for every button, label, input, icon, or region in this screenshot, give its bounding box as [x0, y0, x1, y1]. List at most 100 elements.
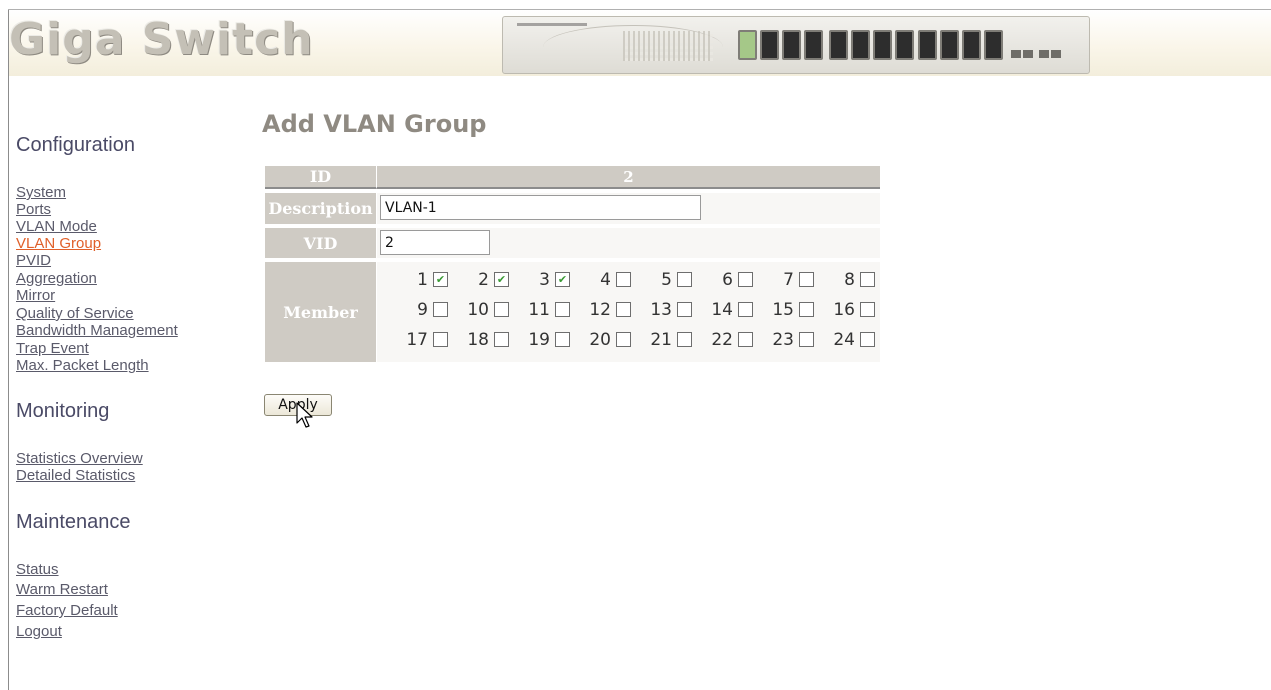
- member-port-checkbox[interactable]: [799, 272, 814, 287]
- member-port-checkbox[interactable]: [494, 332, 509, 347]
- member-port-checkbox[interactable]: [860, 332, 875, 347]
- id-value-cell: 2: [377, 166, 880, 189]
- member-port-checkbox[interactable]: [616, 302, 631, 317]
- nav-link-vlan-group[interactable]: VLAN Group: [16, 235, 101, 252]
- nav-link-system[interactable]: System: [16, 184, 66, 201]
- member-port-22[interactable]: 22: [692, 328, 753, 351]
- member-port-number: 9: [417, 299, 428, 320]
- member-port-checkbox[interactable]: [677, 272, 692, 287]
- member-port-9[interactable]: 9: [387, 298, 448, 321]
- member-port-17[interactable]: 17: [387, 328, 448, 351]
- member-port-4[interactable]: 4: [570, 268, 631, 291]
- member-port-checkbox[interactable]: [494, 302, 509, 317]
- description-label: Description: [268, 199, 373, 218]
- member-port-5[interactable]: 5: [631, 268, 692, 291]
- member-port-checkbox[interactable]: [433, 332, 448, 347]
- member-port-checkbox[interactable]: ✔: [494, 272, 509, 287]
- member-port-number: 13: [650, 299, 672, 320]
- member-port-6[interactable]: 6: [692, 268, 753, 291]
- member-port-10[interactable]: 10: [448, 298, 509, 321]
- member-port-7[interactable]: 7: [753, 268, 814, 291]
- nav-link-trap-event[interactable]: Trap Event: [16, 340, 89, 357]
- nav-link-status[interactable]: Status: [16, 561, 59, 578]
- member-port-checkbox[interactable]: [555, 302, 570, 317]
- member-port-number: 12: [589, 299, 611, 320]
- member-port-8[interactable]: 8: [814, 268, 875, 291]
- member-port-12[interactable]: 12: [570, 298, 631, 321]
- member-port-number: 15: [772, 299, 794, 320]
- member-port-number: 3: [539, 269, 550, 290]
- member-port-number: 4: [600, 269, 611, 290]
- checkmark-icon: ✔: [496, 273, 507, 286]
- member-port-20[interactable]: 20: [570, 328, 631, 351]
- member-port-number: 23: [772, 329, 794, 350]
- member-port-2[interactable]: 2 ✔: [448, 268, 509, 291]
- member-port-number: 7: [783, 269, 794, 290]
- member-port-checkbox[interactable]: [433, 302, 448, 317]
- member-port-number: 5: [661, 269, 672, 290]
- member-port-checkbox[interactable]: [677, 302, 692, 317]
- nav-link-max-packet-length[interactable]: Max. Packet Length: [16, 357, 149, 374]
- member-port-21[interactable]: 21: [631, 328, 692, 351]
- switch-port-graphic: [804, 30, 823, 60]
- id-label: ID: [309, 167, 332, 186]
- id-label-cell: ID: [265, 166, 377, 189]
- checkmark-icon: ✔: [557, 273, 568, 286]
- nav-link-quality-of-service[interactable]: Quality of Service: [16, 305, 134, 322]
- switch-port-bank-3: [918, 30, 1003, 62]
- member-port-13[interactable]: 13: [631, 298, 692, 321]
- nav-link-factory-default[interactable]: Factory Default: [16, 602, 118, 619]
- window-left-border: [8, 10, 9, 690]
- id-value: 2: [623, 167, 634, 186]
- switch-port-graphic: [918, 30, 937, 60]
- member-port-checkbox[interactable]: [738, 302, 753, 317]
- switch-sfp-graphic: [1011, 50, 1021, 58]
- page-title: Add VLAN Group: [262, 110, 487, 138]
- nav-link-vlan-mode[interactable]: VLAN Mode: [16, 218, 97, 235]
- member-port-number: 24: [833, 329, 855, 350]
- member-port-number: 11: [528, 299, 550, 320]
- member-port-number: 1: [417, 269, 428, 290]
- switch-sfp-graphic: [1023, 50, 1033, 58]
- member-port-checkbox[interactable]: [555, 332, 570, 347]
- vid-label: VID: [303, 233, 338, 253]
- nav-link-ports[interactable]: Ports: [16, 201, 51, 218]
- member-port-11[interactable]: 11: [509, 298, 570, 321]
- member-port-3[interactable]: 3 ✔: [509, 268, 570, 291]
- member-port-19[interactable]: 19: [509, 328, 570, 351]
- member-port-checkbox[interactable]: ✔: [433, 272, 448, 287]
- description-input[interactable]: [380, 195, 701, 220]
- nav-link-statistics-overview[interactable]: Statistics Overview: [16, 450, 143, 467]
- member-port-checkbox[interactable]: ✔: [555, 272, 570, 287]
- member-port-23[interactable]: 23: [753, 328, 814, 351]
- nav-link-warm-restart[interactable]: Warm Restart: [16, 581, 108, 598]
- nav-link-bandwidth-management[interactable]: Bandwidth Management: [16, 322, 178, 339]
- nav-link-aggregation[interactable]: Aggregation: [16, 270, 97, 287]
- member-port-checkbox[interactable]: [860, 302, 875, 317]
- vid-input[interactable]: [380, 230, 490, 255]
- member-port-checkbox[interactable]: [616, 272, 631, 287]
- member-port-16[interactable]: 16: [814, 298, 875, 321]
- member-port-1[interactable]: 1 ✔: [387, 268, 448, 291]
- member-port-18[interactable]: 18: [448, 328, 509, 351]
- nav-link-logout[interactable]: Logout: [16, 623, 62, 640]
- section-title-configuration: Configuration: [16, 134, 135, 156]
- member-port-checkbox[interactable]: [799, 302, 814, 317]
- switch-port-graphic: [782, 30, 801, 60]
- member-port-14[interactable]: 14: [692, 298, 753, 321]
- member-port-checkbox[interactable]: [860, 272, 875, 287]
- member-port-grid: 1 ✔ 2 ✔ 3 ✔ 4 5 6 7 8 9 10 11 12 13 14 15 16 17 18 19 20 21 22 23…: [387, 268, 875, 351]
- member-port-checkbox[interactable]: [738, 332, 753, 347]
- member-port-checkbox[interactable]: [616, 332, 631, 347]
- member-port-15[interactable]: 15: [753, 298, 814, 321]
- switch-port-graphic: [962, 30, 981, 60]
- member-port-number: 21: [650, 329, 672, 350]
- nav-link-pvid[interactable]: PVID: [16, 252, 51, 269]
- member-port-number: 18: [467, 329, 489, 350]
- member-port-checkbox[interactable]: [799, 332, 814, 347]
- nav-link-mirror[interactable]: Mirror: [16, 287, 55, 304]
- member-port-checkbox[interactable]: [677, 332, 692, 347]
- member-port-24[interactable]: 24: [814, 328, 875, 351]
- nav-link-detailed-statistics[interactable]: Detailed Statistics: [16, 467, 135, 484]
- member-port-checkbox[interactable]: [738, 272, 753, 287]
